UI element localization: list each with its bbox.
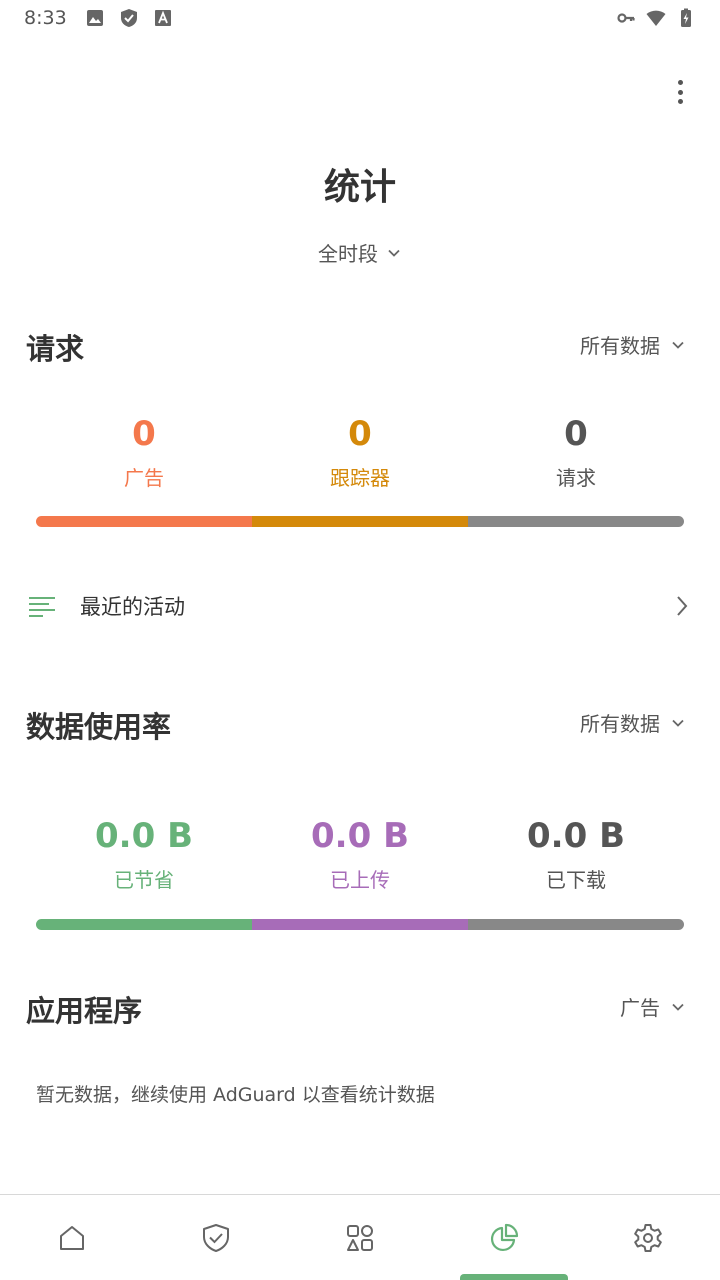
chevron-right-icon [677,596,688,616]
bar-segment-downloaded [468,919,684,930]
stat-label: 跟踪器 [330,466,390,490]
stat-ads: 0 广告 [36,414,252,491]
vpn-key-icon [617,13,635,23]
recent-activity-label: 最近的活动 [80,595,185,619]
wifi-icon [646,10,666,26]
bar-segment-trackers [252,516,468,527]
stat-value: 0.0 B [95,816,193,856]
bottom-navigation [0,1194,720,1280]
bar-segment-saved [36,919,252,930]
recent-activity-row[interactable]: 最近的活动 [0,576,720,636]
stat-trackers: 0 跟踪器 [252,414,468,491]
chevron-down-icon [672,719,684,727]
battery-charging-icon [681,8,691,27]
bar-segment-requests [468,516,684,527]
apps-filter-label: 广告 [620,996,660,1020]
stat-downloaded: 0.0 B 已下载 [468,816,684,893]
apps-empty-message: 暂无数据，继续使用 AdGuard 以查看统计数据 [36,1084,435,1106]
data-usage-filter-dropdown[interactable]: 所有数据 [580,708,686,737]
chevron-down-icon [388,249,400,257]
apps-section-title: 应用程序 [26,994,143,1028]
requests-stats: 0 广告 0 跟踪器 0 请求 [36,414,684,491]
gear-icon [634,1223,662,1252]
pie-chart-icon [490,1223,519,1251]
stat-value: 0.0 B [311,816,409,856]
menu-dot [677,89,683,95]
stat-uploaded: 0.0 B 已上传 [252,816,468,893]
stat-value: 0 [564,414,588,454]
requests-bar [36,516,684,527]
period-selector[interactable]: 全时段 [0,238,720,267]
list-icon [29,597,55,617]
image-notification-icon [86,10,103,26]
period-label: 全时段 [318,242,378,266]
data-usage-filter-label: 所有数据 [580,712,660,736]
nav-activity[interactable] [288,1195,432,1280]
status-time: 8:33 [24,7,67,29]
chevron-down-icon [672,1003,684,1011]
data-usage-section-title: 数据使用率 [26,710,172,744]
bar-segment-ads [36,516,252,527]
apps-filter-dropdown[interactable]: 广告 [620,992,686,1021]
nav-statistics[interactable] [432,1195,576,1280]
stat-value: 0 [348,414,372,454]
requests-filter-dropdown[interactable]: 所有数据 [580,330,686,359]
apps-icon [347,1224,373,1251]
data-usage-stats: 0.0 B 已节省 0.0 B 已上传 0.0 B 已下载 [36,816,684,893]
stat-requests: 0 请求 [468,414,684,491]
shield-check-icon [203,1223,229,1252]
home-icon [60,1225,84,1250]
stat-value: 0.0 B [527,816,625,856]
data-usage-bar [36,919,684,930]
page-title: 统计 [323,167,396,208]
nav-settings[interactable] [576,1195,720,1280]
menu-dot [677,80,683,85]
active-tab-indicator [460,1274,568,1280]
bar-segment-uploaded [252,919,468,930]
shield-notification-icon [120,9,137,27]
nav-protection[interactable] [144,1195,288,1280]
menu-dot [677,99,683,104]
nav-home[interactable] [0,1195,144,1280]
stat-label: 已上传 [330,868,390,892]
status-bar: 8:33 [0,0,720,36]
stat-label: 已节省 [114,868,174,892]
stat-label: 广告 [124,466,164,490]
overflow-menu-button[interactable] [666,76,694,108]
requests-section-title: 请求 [26,332,85,366]
stat-label: 请求 [556,466,596,490]
font-notification-icon [154,10,171,26]
stat-saved: 0.0 B 已节省 [36,816,252,893]
requests-filter-label: 所有数据 [580,334,660,358]
stat-value: 0 [132,414,156,454]
chevron-down-icon [672,341,684,349]
stat-label: 已下载 [546,868,606,892]
